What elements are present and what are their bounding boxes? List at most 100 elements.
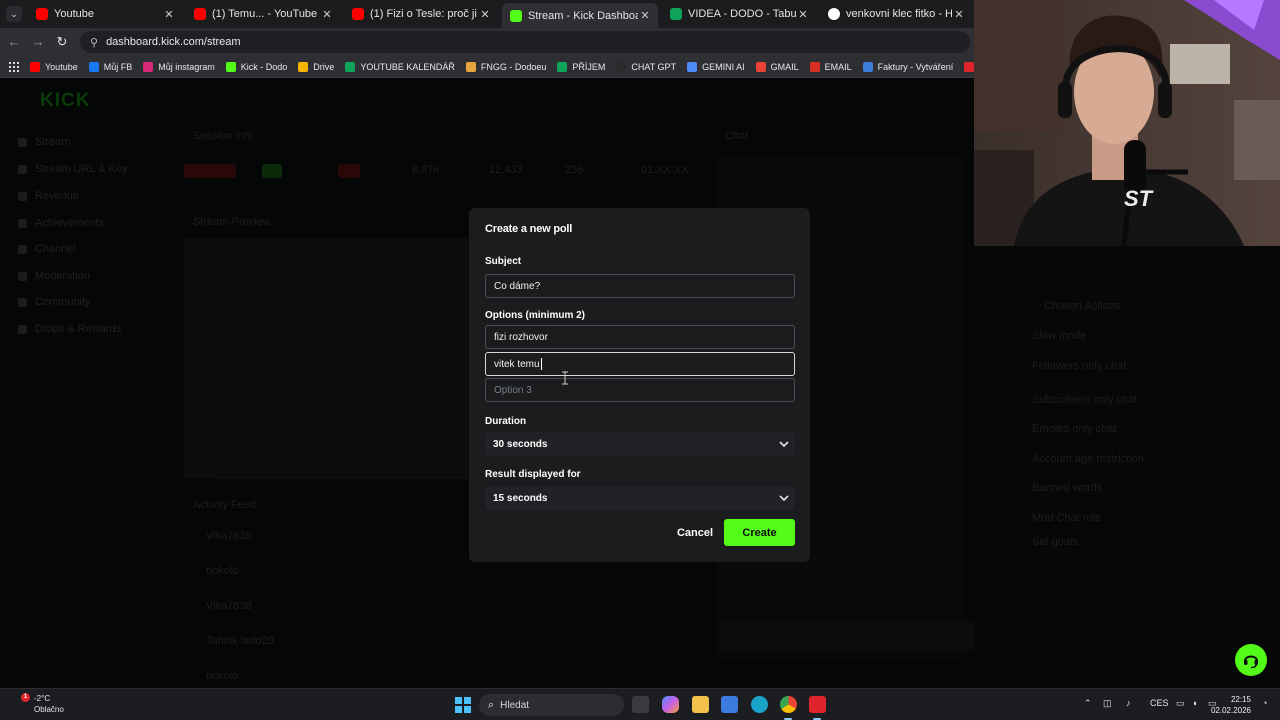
site-settings-icon[interactable]: ⚲: [90, 36, 98, 49]
microphone-icon[interactable]: ♪: [1126, 698, 1131, 708]
windows-taskbar: 1 -2°C Oblačno ⌕ Hledat ⌃ ◫ ♪ CES ▭ ◖ ▭ …: [0, 688, 1280, 720]
taskbar-search[interactable]: ⌕ Hledat: [479, 694, 624, 716]
weather-widget[interactable]: 1 -2°C Oblačno: [18, 693, 64, 715]
support-chat-button[interactable]: [1235, 644, 1267, 676]
close-tab-icon[interactable]: ✕: [478, 8, 492, 21]
activity-feed-heading: Activity Feed: [193, 499, 256, 511]
bookmark-label: Youtube: [45, 61, 78, 72]
bookmark-item[interactable]: GMAIL: [755, 61, 799, 72]
windows-start-icon[interactable]: [455, 697, 471, 713]
bookmark-item[interactable]: FNGG - Dodoeu: [465, 61, 546, 72]
tab-title: Stream - Kick Dashboard: [528, 9, 638, 22]
notifications-icon[interactable]: ◔: [1262, 698, 1267, 708]
browser-tab-active[interactable]: Stream - Kick Dashboard ✕: [502, 3, 658, 28]
chrome-icon[interactable]: [780, 696, 797, 713]
browser-tab[interactable]: VIDEA - DODO - Tabulky Googl ✕: [662, 3, 816, 25]
edge-icon[interactable]: [751, 696, 768, 713]
browser-tab[interactable]: (1) Fizi o Tesle: proč ji (ne)chce ✕: [344, 3, 498, 25]
chevron-up-icon[interactable]: ⌃: [1084, 698, 1092, 709]
bookmark-item[interactable]: GEMINI AI: [687, 61, 745, 72]
language-indicator[interactable]: CES: [1150, 698, 1169, 708]
sidebar-item-channel[interactable]: Channel: [18, 243, 76, 255]
forward-icon[interactable]: →: [30, 34, 46, 49]
bookmark-item[interactable]: Faktury - Vytváření: [862, 61, 953, 72]
task-view-icon[interactable]: [632, 696, 649, 713]
address-bar: ← → ↻ ⚲ dashboard.kick.com/stream: [0, 28, 974, 56]
cancel-button[interactable]: Cancel: [672, 520, 718, 546]
file-explorer-icon[interactable]: [692, 696, 709, 713]
close-tab-icon[interactable]: ✕: [320, 8, 334, 21]
option-1-input[interactable]: fizi rozhovor: [485, 325, 795, 349]
duration-value: 30 seconds: [493, 438, 548, 450]
browser-tab[interactable]: venkovni klec fitko - Hledat Go ✕: [820, 3, 972, 25]
sidebar-item-achievements[interactable]: Achievements: [18, 217, 104, 229]
stat-value: 01:XX:XX: [641, 164, 689, 176]
close-tab-icon[interactable]: ✕: [796, 8, 810, 21]
bookmark-item[interactable]: Kick - Dodo: [225, 61, 287, 72]
network-icon[interactable]: ◫: [1103, 698, 1112, 709]
bookmark-item[interactable]: Drive: [298, 61, 335, 72]
webcam-overlay: ST: [974, 0, 1280, 246]
bookmark-item[interactable]: EMAIL: [809, 61, 852, 72]
chat-setting-item: Slow mode: [1032, 330, 1087, 342]
close-tab-icon[interactable]: ✕: [162, 8, 176, 21]
bookmark-item[interactable]: YOUTUBE KALENDÁŘ: [345, 61, 455, 72]
duration-select[interactable]: 30 seconds: [485, 432, 795, 456]
url-field[interactable]: ⚲ dashboard.kick.com/stream: [80, 31, 970, 53]
stat-value: 8,876: [412, 164, 440, 176]
bookmark-label: Drive: [313, 61, 335, 72]
bookmark-item[interactable]: Můj FB: [88, 61, 133, 72]
sidebar-item-stream-url[interactable]: Stream URL & Key: [18, 163, 128, 175]
app-icon[interactable]: [721, 696, 738, 713]
shield-icon: [18, 271, 27, 281]
reload-icon[interactable]: ↻: [54, 34, 70, 50]
browser-tab[interactable]: (1) Temu... - YouTube ✕: [186, 3, 340, 25]
bookmark-label: Můj FB: [103, 61, 133, 72]
bookmark-favicon-icon: [225, 61, 236, 72]
apps-grid-icon[interactable]: [9, 61, 19, 72]
close-tab-icon[interactable]: ✕: [952, 8, 966, 21]
feed-item: Vika7838: [206, 600, 252, 612]
app-icon[interactable]: [809, 696, 826, 713]
bookmark-item[interactable]: CHAT GPT: [616, 61, 676, 72]
sidebar-item-drops[interactable]: Drops & Rewards: [18, 323, 121, 335]
browser-tab[interactable]: Youtube ✕: [28, 3, 182, 25]
sidebar-item-label: Channel: [35, 243, 76, 255]
clock-time: 22:15: [1230, 695, 1251, 704]
option-2-input[interactable]: vitek temu: [485, 352, 795, 376]
notification-badge: 1: [21, 693, 30, 702]
feed-item: nokolo: [206, 565, 239, 577]
stat-value: 236: [565, 164, 584, 176]
result-duration-select[interactable]: 15 seconds: [485, 486, 795, 510]
volume-icon[interactable]: ◖: [1192, 698, 1197, 708]
chat-setting-item: Account age restriction: [1032, 453, 1144, 465]
sidebar-item-moderation[interactable]: Moderation: [18, 270, 90, 282]
bookmark-item[interactable]: Můj instagram: [143, 61, 215, 72]
system-clock[interactable]: 22:15 02.02.2026: [1211, 694, 1251, 716]
bookmark-item[interactable]: Youtube: [30, 61, 78, 72]
bookmark-item[interactable]: PŘÍJEM: [557, 61, 605, 72]
bookmark-favicon-icon: [30, 61, 40, 72]
wifi-icon[interactable]: ▭: [1176, 698, 1185, 709]
back-icon[interactable]: ←: [6, 34, 22, 49]
sidebar-item-revenue[interactable]: Revenue: [18, 190, 79, 202]
option-3-input[interactable]: Option 3: [485, 378, 795, 402]
sidebar-item-community[interactable]: Community: [18, 296, 91, 308]
stream-icon: [18, 137, 27, 147]
copilot-icon[interactable]: [662, 696, 679, 713]
create-button[interactable]: Create: [724, 519, 795, 546]
chat-setting-item: Set goals: [1032, 536, 1078, 548]
feed-item: nokolo: [206, 670, 239, 682]
youtube-icon: [194, 8, 206, 20]
bookmark-favicon-icon: [88, 61, 99, 72]
sidebar-item-stream[interactable]: Stream: [18, 136, 70, 148]
close-tab-icon[interactable]: ✕: [638, 9, 652, 22]
bookmark-favicon-icon: [298, 61, 309, 72]
revenue-icon: [18, 191, 27, 201]
subject-input[interactable]: Co dáme?: [485, 274, 795, 298]
bookmark-label: GEMINI AI: [702, 61, 745, 72]
tab-search-dropdown-icon[interactable]: ⌄: [6, 6, 22, 22]
chat-settings-background: Chosen Actions Slow mode Followers only …: [974, 246, 1280, 688]
sidebar-item-label: Stream URL & Key: [35, 163, 128, 175]
chat-heading: Chat: [725, 130, 749, 142]
